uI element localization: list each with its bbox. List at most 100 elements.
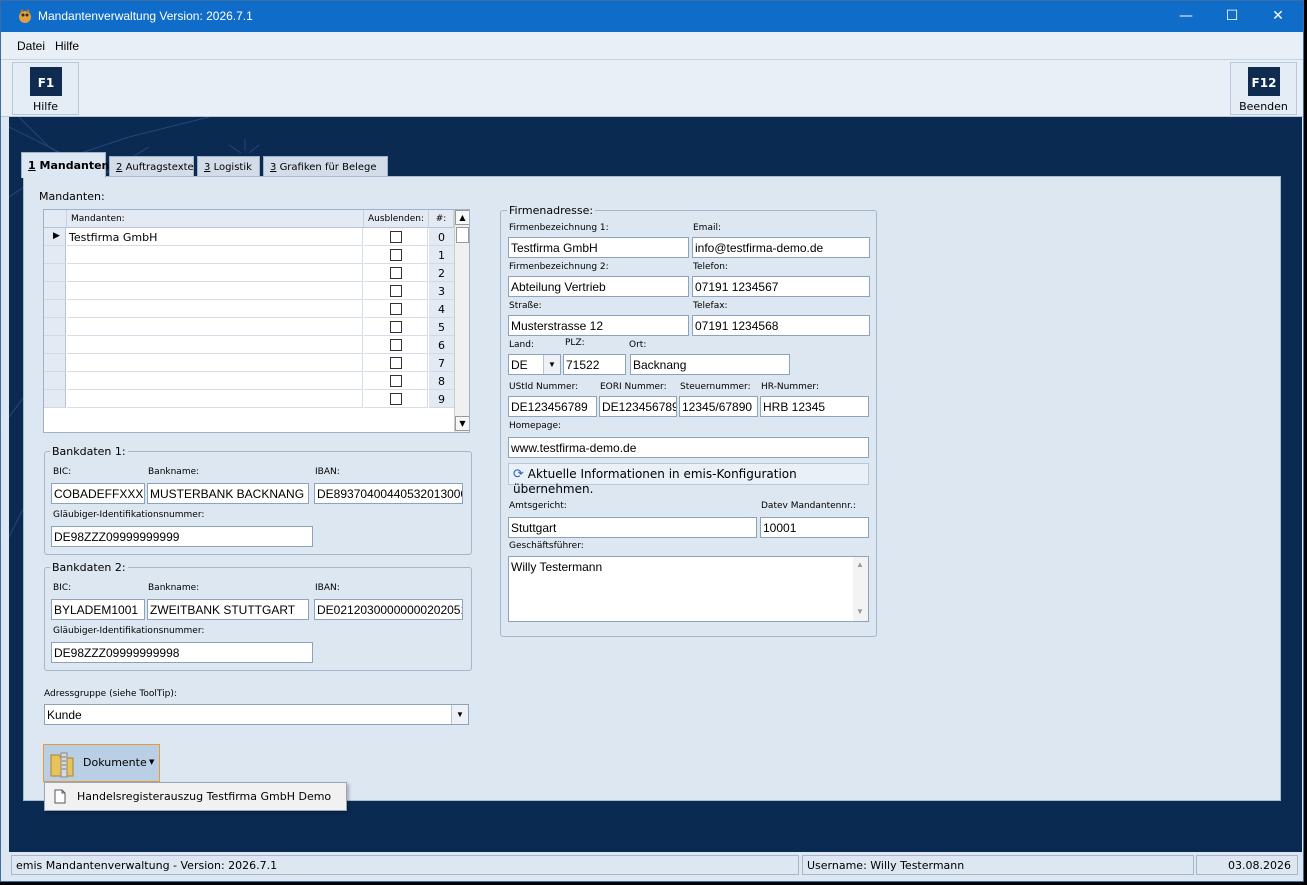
tax-field[interactable]: 12345/67890 <box>679 396 758 417</box>
bank2-bic-field[interactable]: BYLADEM1001 <box>51 599 145 620</box>
update-config-button[interactable]: ⟳ Aktuelle Informationen in emis-Konfigu… <box>508 463 869 496</box>
column-header-number[interactable]: #: <box>429 210 454 228</box>
hide-checkbox[interactable] <box>390 231 402 243</box>
homepage-field[interactable]: www.testfirma-demo.de <box>508 437 869 458</box>
mandant-number-cell: 2 <box>429 264 454 282</box>
row-selector-icon[interactable]: ▶ <box>44 228 66 246</box>
tab-mandanten[interactable]: 1 Mandanten <box>21 152 109 178</box>
menu-hilfe[interactable]: Hilfe <box>55 39 79 53</box>
row-header[interactable] <box>44 282 66 300</box>
city-field[interactable]: Backnang <box>630 354 790 375</box>
mandant-name-cell[interactable] <box>67 264 363 282</box>
scroll-down-icon[interactable]: ▼ <box>856 607 864 616</box>
datev-field[interactable]: 10001 <box>760 517 869 538</box>
street-field[interactable]: Musterstrasse 12 <box>508 315 689 336</box>
mandant-name-cell[interactable] <box>67 246 363 264</box>
scroll-up-icon[interactable]: ▲ <box>856 560 864 569</box>
hide-checkbox[interactable] <box>390 267 402 279</box>
table-row[interactable]: 4 <box>44 300 454 318</box>
table-row[interactable]: 7 <box>44 354 454 372</box>
table-row[interactable]: 9 <box>44 390 454 408</box>
bank1-creditor-field[interactable]: DE98ZZZ09999999999 <box>51 526 313 547</box>
menu-datei[interactable]: Datei <box>17 39 45 53</box>
table-row[interactable]: 5 <box>44 318 454 336</box>
name2-field[interactable]: Abteilung Vertrieb <box>508 276 689 297</box>
mandant-name-cell[interactable] <box>67 336 363 354</box>
zip-field[interactable]: 71522 <box>563 354 626 375</box>
name1-field[interactable]: Testfirma GmbH <box>508 237 689 258</box>
ceo-textarea[interactable]: Willy Testermann ▲ ▼ <box>508 556 869 622</box>
hide-checkbox[interactable] <box>390 393 402 405</box>
hr-field[interactable]: HRB 12345 <box>760 396 869 417</box>
bank2-creditor-field[interactable]: DE98ZZZ09999999998 <box>51 642 313 663</box>
mandant-number-cell: 1 <box>429 246 454 264</box>
tab-auftragstexte[interactable]: 2 Auftragstexte <box>109 156 194 177</box>
quit-button[interactable]: F12 Beenden <box>1230 62 1297 115</box>
maximize-button[interactable]: ☐ <box>1209 1 1255 32</box>
hide-checkbox[interactable] <box>390 285 402 297</box>
minimize-button[interactable]: — <box>1163 1 1209 32</box>
mandant-name-cell[interactable] <box>67 318 363 336</box>
row-header[interactable] <box>44 372 66 390</box>
close-button[interactable]: ✕ <box>1255 1 1301 32</box>
chevron-down-icon[interactable]: ▼ <box>543 355 560 374</box>
bank1-bic-field[interactable]: COBADEFFXXX <box>51 483 145 504</box>
bank2-bankname-field[interactable]: ZWEITBANK STUTTGART <box>147 599 309 620</box>
row-header[interactable] <box>44 390 66 408</box>
mandant-name-cell[interactable] <box>67 390 363 408</box>
row-header[interactable] <box>44 264 66 282</box>
bank1-bankname-field[interactable]: MUSTERBANK BACKNANG <box>147 483 309 504</box>
mandant-name-cell[interactable] <box>67 372 363 390</box>
help-button[interactable]: F1 Hilfe <box>12 62 79 115</box>
table-row[interactable]: 8 <box>44 372 454 390</box>
scroll-up-icon[interactable]: ▲ <box>455 210 469 225</box>
mandant-name-cell[interactable] <box>67 354 363 372</box>
column-header-mandanten[interactable]: Mandanten: <box>67 210 364 228</box>
scroll-thumb[interactable] <box>456 227 469 243</box>
email-field[interactable]: info@testfirma-demo.de <box>692 237 870 258</box>
bank1-iban-field[interactable]: DE89370400440532013000 <box>314 483 463 504</box>
fax-field[interactable]: 07191 1234568 <box>692 315 870 336</box>
hide-checkbox[interactable] <box>390 321 402 333</box>
scroll-down-icon[interactable]: ▼ <box>455 416 469 431</box>
hide-checkbox[interactable] <box>390 339 402 351</box>
table-row[interactable]: 1 <box>44 246 454 264</box>
table-row[interactable]: ▶ Testfirma GmbH 0 <box>44 228 454 246</box>
court-field[interactable]: Stuttgart <box>508 517 757 538</box>
chevron-down-icon[interactable]: ▼ <box>451 705 468 724</box>
phone-field[interactable]: 07191 1234567 <box>692 276 870 297</box>
grid-scrollbar[interactable]: ▲ ▼ <box>454 210 469 432</box>
row-header[interactable] <box>44 300 66 318</box>
refresh-icon: ⟳ <box>513 467 524 482</box>
table-row[interactable]: 2 <box>44 264 454 282</box>
country-select[interactable]: DE ▼ <box>508 354 561 375</box>
eori-field[interactable]: DE1234567890 <box>599 396 677 417</box>
row-header[interactable] <box>44 246 66 264</box>
hide-checkbox[interactable] <box>390 375 402 387</box>
country-value: DE <box>511 358 528 372</box>
hide-checkbox[interactable] <box>390 303 402 315</box>
mandant-name-cell[interactable] <box>67 282 363 300</box>
dokumente-button[interactable]: Dokumente ▼ <box>43 744 160 782</box>
ustid-field[interactable]: DE123456789 <box>508 396 597 417</box>
window-title: Mandantenverwaltung Version: 2026.7.1 <box>38 9 253 23</box>
tab-logistik[interactable]: 3 Logistik <box>197 156 260 177</box>
bank2-iban-field[interactable]: DE02120300000000202051 <box>314 599 463 620</box>
hide-checkbox[interactable] <box>390 357 402 369</box>
dokumente-menu-item[interactable]: Handelsregisterauszug Testfirma GmbH Dem… <box>77 790 331 803</box>
tab-grafiken[interactable]: 3 Grafiken für Belege <box>263 156 388 177</box>
column-header-ausblenden[interactable]: Ausblenden: <box>364 210 429 228</box>
ceo-scrollbar[interactable]: ▲ ▼ <box>853 557 868 621</box>
adressgruppe-select[interactable]: Kunde ▼ <box>44 704 469 725</box>
mandant-name-cell[interactable]: Testfirma GmbH <box>67 228 363 246</box>
hide-checkbox[interactable] <box>390 249 402 261</box>
row-header[interactable] <box>44 354 66 372</box>
row-header[interactable] <box>44 336 66 354</box>
table-row[interactable]: 6 <box>44 336 454 354</box>
table-row[interactable]: 3 <box>44 282 454 300</box>
hide-checkbox-cell <box>364 354 428 372</box>
menu-bar: Datei Hilfe <box>1 32 1303 60</box>
mandant-name-cell[interactable] <box>67 300 363 318</box>
row-header[interactable] <box>44 318 66 336</box>
f12-key-icon: F12 <box>1248 67 1280 96</box>
